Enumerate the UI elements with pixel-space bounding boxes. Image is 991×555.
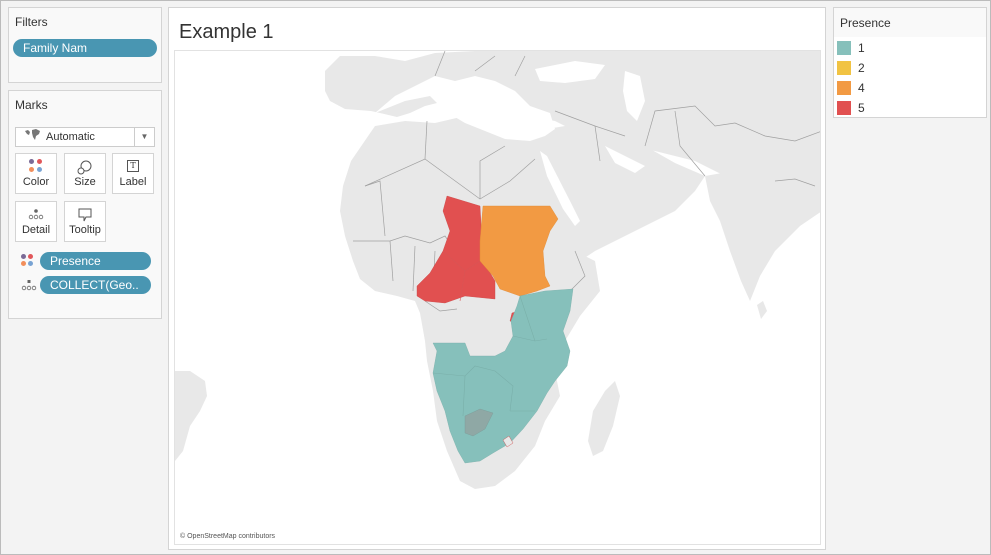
legend-label: 5	[858, 101, 865, 115]
land-madagascar	[588, 381, 620, 456]
worksheet-title: Example 1	[179, 21, 274, 43]
size-circles-icon	[65, 159, 105, 175]
legend-label: 4	[858, 81, 865, 95]
filters-title: Filters	[15, 15, 48, 29]
legend-swatch	[837, 41, 851, 55]
legend-item-5[interactable]: 5	[837, 100, 977, 116]
legend-label: 1	[858, 41, 865, 55]
map-canvas[interactable]: © OpenStreetMap contributors	[174, 50, 821, 545]
marks-title: Marks	[15, 98, 48, 112]
color-label: Color	[22, 176, 50, 188]
map-icon	[24, 128, 42, 149]
mark-type-label: Automatic	[46, 131, 95, 143]
legend-swatch	[837, 61, 851, 75]
chevron-down-icon[interactable]: ▼	[134, 128, 154, 146]
collect-geometry-detail-pill[interactable]: COLLECT(Geo..	[40, 276, 151, 294]
label-text-icon: T	[113, 159, 153, 175]
land-south-america	[175, 371, 207, 461]
detail-dots-icon	[21, 278, 39, 294]
presence-color-pill[interactable]: Presence	[40, 252, 151, 270]
map-attribution[interactable]: © OpenStreetMap contributors	[180, 533, 275, 540]
legend-swatch	[837, 81, 851, 95]
legend-item-2[interactable]: 2	[837, 60, 977, 76]
color-dots-icon	[16, 159, 56, 175]
marks-card: Marks Automatic ▼ Color Size T Label Det…	[8, 90, 162, 319]
legend-item-1[interactable]: 1	[837, 40, 977, 56]
filter-pill-family-name[interactable]: Family Nam	[13, 39, 157, 57]
map-svg[interactable]	[175, 51, 821, 545]
color-button[interactable]: Color	[15, 153, 57, 194]
legend-item-4[interactable]: 4	[837, 80, 977, 96]
label-label: Label	[119, 176, 147, 188]
detail-label: Detail	[21, 224, 51, 236]
color-dots-icon	[21, 254, 39, 270]
worksheet-view: Example 1 © OpenStreetMap contributors	[168, 7, 826, 550]
tooltip-button[interactable]: Tooltip	[64, 201, 106, 242]
tooltip-speech-icon	[65, 207, 105, 223]
filters-card: Filters Family Nam	[8, 7, 162, 83]
mark-type-dropdown[interactable]: Automatic ▼	[15, 127, 155, 147]
land-sri-lanka	[757, 301, 767, 319]
detail-dots-icon	[16, 207, 56, 223]
size-label: Size	[74, 176, 96, 188]
detail-button[interactable]: Detail	[15, 201, 57, 242]
legend-title: Presence	[840, 16, 891, 30]
legend-swatch	[837, 101, 851, 115]
tooltip-label: Tooltip	[69, 224, 101, 236]
label-button[interactable]: T Label	[112, 153, 154, 194]
size-button[interactable]: Size	[64, 153, 106, 194]
legend-label: 2	[858, 61, 865, 75]
presence-legend: Presence 1 2 4 5	[833, 7, 987, 118]
